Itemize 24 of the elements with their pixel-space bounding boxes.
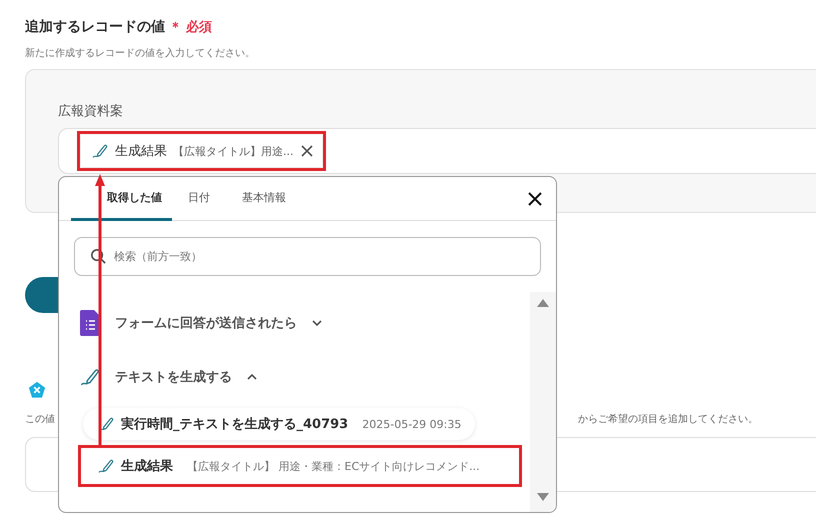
value-item[interactable]: 実行時間_テキストを生成する_40793 2025-05-29 09:35 xyxy=(83,408,476,440)
required-mark: ＊ xyxy=(169,19,182,36)
value-field[interactable]: 生成結果 【広報タイトル】用途... xyxy=(58,128,816,174)
chip-preview: 【広報タイトル】用途... xyxy=(173,144,294,158)
app-logo-icon xyxy=(28,381,46,399)
help-text: この値 xyxy=(25,413,55,426)
step-group[interactable]: テキストを生成する xyxy=(79,350,530,404)
search-field[interactable]: 検索（前方一致） xyxy=(74,237,541,276)
form-icon xyxy=(79,310,101,336)
section-title: 追加するレコードの値 xyxy=(25,18,165,36)
field-label: 広報資料案 xyxy=(58,103,124,120)
tab[interactable]: 基本情報 xyxy=(226,177,302,221)
scroll-up-icon[interactable] xyxy=(536,298,550,308)
remove-icon[interactable] xyxy=(300,144,314,158)
tab[interactable]: 日付 xyxy=(172,177,226,221)
help-text: からご希望の項目を追加してください。 xyxy=(578,412,758,426)
required-label: 必須 xyxy=(186,18,212,36)
close-icon[interactable] xyxy=(526,190,544,208)
value-chip[interactable]: 生成結果 【広報タイトル】用途... xyxy=(81,135,322,167)
pen-icon xyxy=(91,142,109,160)
step-group[interactable]: フォームに回答が送信されたら xyxy=(79,296,530,350)
section-description: 新たに作成するレコードの値を入力してください。 xyxy=(25,46,256,60)
pen-icon xyxy=(97,457,115,475)
chip-name: 生成結果 xyxy=(115,143,167,160)
